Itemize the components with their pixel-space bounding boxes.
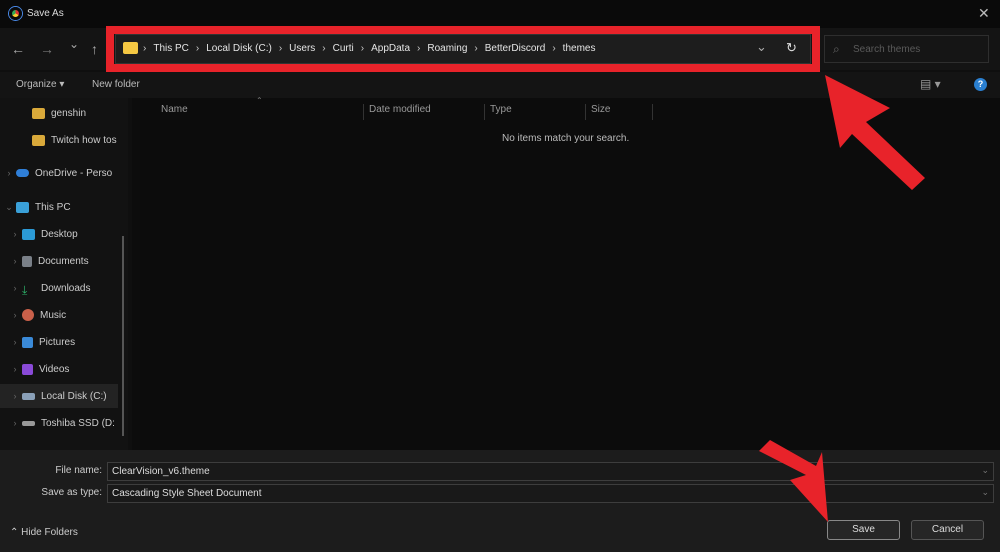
annotation-arrows: [759, 75, 925, 522]
annotation-arrow-down: [759, 440, 828, 522]
annotation-arrow-up: [825, 75, 925, 190]
